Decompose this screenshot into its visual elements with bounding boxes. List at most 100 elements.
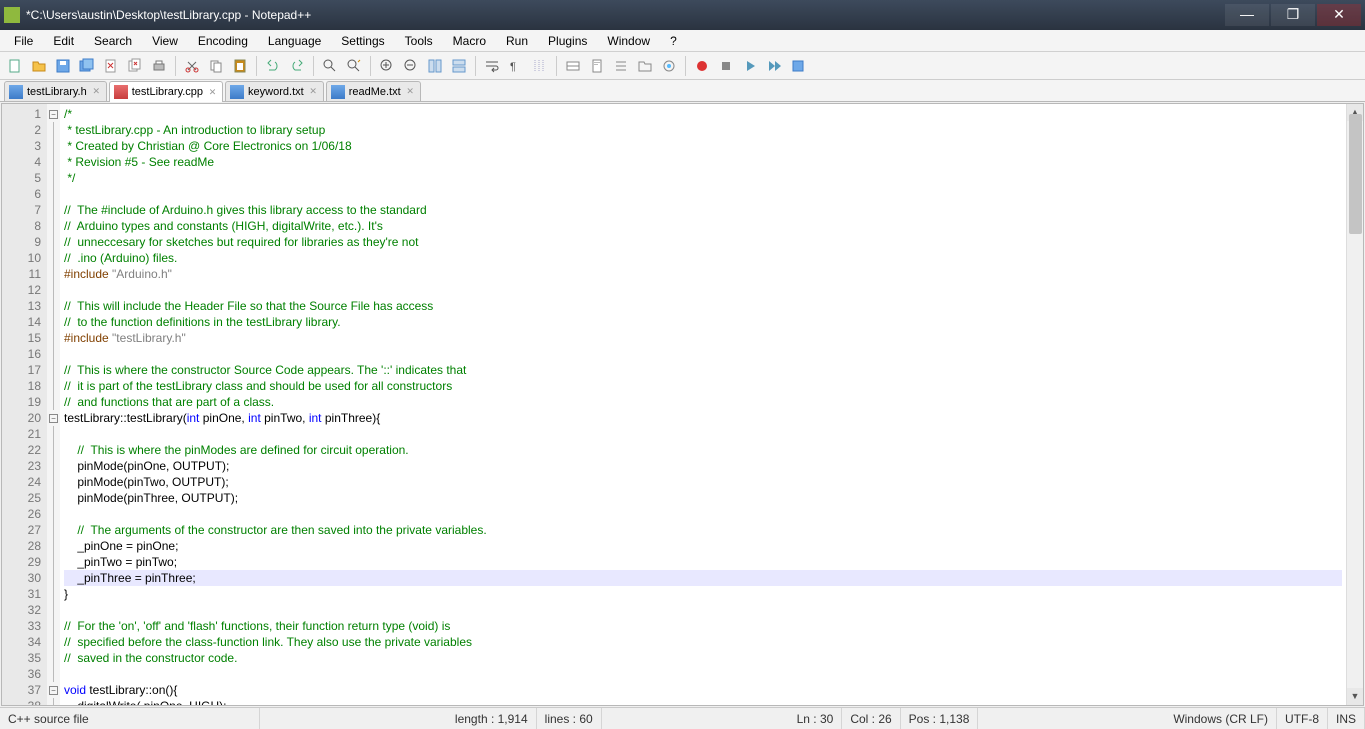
menu-macro[interactable]: Macro [443,32,496,50]
find-button[interactable] [319,55,341,77]
minimize-button[interactable]: — [1225,4,1269,26]
sync-hscroll-button[interactable] [448,55,470,77]
menu-edit[interactable]: Edit [43,32,84,50]
menu-view[interactable]: View [142,32,188,50]
close-file-button[interactable] [100,55,122,77]
save-button[interactable] [52,55,74,77]
scroll-thumb[interactable] [1349,114,1362,234]
zoom-out-button[interactable] [400,55,422,77]
code-line[interactable]: // it is part of the testLibrary class a… [64,378,1342,394]
code-line[interactable]: testLibrary::testLibrary(int pinOne, int… [64,410,1342,426]
show-all-chars-button[interactable]: ¶ [505,55,527,77]
fold-toggle[interactable]: − [49,686,58,695]
code-line[interactable]: digitalWrite( pinOne, HIGH); [64,698,1342,705]
open-file-button[interactable] [28,55,50,77]
code-line[interactable]: } [64,586,1342,602]
code-line[interactable]: /* [64,106,1342,122]
paste-button[interactable] [229,55,251,77]
code-line[interactable]: * testLibrary.cpp - An introduction to l… [64,122,1342,138]
print-button[interactable] [148,55,170,77]
sync-vscroll-button[interactable] [424,55,446,77]
tab-testlibrary-cpp[interactable]: testLibrary.cpp✕ [109,81,223,102]
code-line[interactable] [64,506,1342,522]
tab-close-icon[interactable]: ✕ [308,86,319,97]
code-line[interactable]: _pinThree = pinThree; [64,570,1342,586]
macro-play-multi-button[interactable] [763,55,785,77]
code-line[interactable]: // Arduino types and constants (HIGH, di… [64,218,1342,234]
code-area[interactable]: /* * testLibrary.cpp - An introduction t… [60,104,1346,705]
scroll-down-arrow[interactable]: ▼ [1347,688,1363,705]
macro-save-button[interactable] [787,55,809,77]
code-line[interactable] [64,186,1342,202]
show-whitespace-button[interactable] [658,55,680,77]
zoom-in-button[interactable] [376,55,398,77]
code-line[interactable]: // This is where the pinModes are define… [64,442,1342,458]
code-line[interactable]: pinMode(pinTwo, OUTPUT); [64,474,1342,490]
code-line[interactable]: * Created by Christian @ Core Electronic… [64,138,1342,154]
menu-[interactable]: ? [660,32,687,50]
menu-tools[interactable]: Tools [395,32,443,50]
menu-settings[interactable]: Settings [331,32,394,50]
code-line[interactable]: // The arguments of the constructor are … [64,522,1342,538]
maximize-button[interactable]: ❐ [1271,4,1315,26]
code-line[interactable] [64,602,1342,618]
code-line[interactable]: // The #include of Arduino.h gives this … [64,202,1342,218]
code-line[interactable]: pinMode(pinThree, OUTPUT); [64,490,1342,506]
tab-testlibrary-h[interactable]: testLibrary.h✕ [4,81,107,101]
fold-toggle[interactable]: − [49,414,58,423]
close-all-button[interactable] [124,55,146,77]
fold-toggle[interactable]: − [49,110,58,119]
code-line[interactable] [64,346,1342,362]
menu-run[interactable]: Run [496,32,538,50]
code-line[interactable]: // For the 'on', 'off' and 'flash' funct… [64,618,1342,634]
menu-file[interactable]: File [4,32,43,50]
replace-button[interactable] [343,55,365,77]
code-line[interactable] [64,666,1342,682]
code-line[interactable]: #include "testLibrary.h" [64,330,1342,346]
tab-readme-txt[interactable]: readMe.txt✕ [326,81,421,101]
code-line[interactable]: // .ino (Arduino) files. [64,250,1342,266]
macro-play-button[interactable] [739,55,761,77]
code-line[interactable]: // specified before the class-function l… [64,634,1342,650]
code-line[interactable]: #include "Arduino.h" [64,266,1342,282]
menu-plugins[interactable]: Plugins [538,32,597,50]
menu-language[interactable]: Language [258,32,331,50]
code-line[interactable]: _pinOne = pinOne; [64,538,1342,554]
code-line[interactable]: pinMode(pinOne, OUTPUT); [64,458,1342,474]
macro-record-button[interactable] [691,55,713,77]
close-button[interactable]: ✕ [1317,4,1361,26]
vertical-scrollbar[interactable]: ▲ ▼ [1346,104,1363,705]
folder-workspace-button[interactable] [634,55,656,77]
code-line[interactable]: // This will include the Header File so … [64,298,1342,314]
save-all-button[interactable] [76,55,98,77]
code-line[interactable]: // and functions that are part of a clas… [64,394,1342,410]
code-line[interactable]: _pinTwo = pinTwo; [64,554,1342,570]
tab-close-icon[interactable]: ✕ [405,86,416,97]
menu-window[interactable]: Window [597,32,660,50]
code-line[interactable]: void testLibrary::on(){ [64,682,1342,698]
code-line[interactable]: // unneccesary for sketches but required… [64,234,1342,250]
cut-button[interactable] [181,55,203,77]
menu-search[interactable]: Search [84,32,142,50]
macro-stop-button[interactable] [715,55,737,77]
word-wrap-button[interactable] [481,55,503,77]
code-line[interactable]: // saved in the constructor code. [64,650,1342,666]
tab-close-icon[interactable]: ✕ [91,86,102,97]
code-line[interactable] [64,282,1342,298]
code-line[interactable]: // to the function definitions in the te… [64,314,1342,330]
doc-map-button[interactable] [586,55,608,77]
code-line[interactable]: * Revision #5 - See readMe [64,154,1342,170]
menu-encoding[interactable]: Encoding [188,32,258,50]
function-list-button[interactable] [610,55,632,77]
undo-button[interactable] [262,55,284,77]
tab-close-icon[interactable]: ✕ [207,87,218,98]
redo-button[interactable] [286,55,308,77]
code-line[interactable]: // This is where the constructor Source … [64,362,1342,378]
language-button[interactable] [562,55,584,77]
new-file-button[interactable] [4,55,26,77]
code-line[interactable]: */ [64,170,1342,186]
tab-keyword-txt[interactable]: keyword.txt✕ [225,81,324,101]
code-line[interactable] [64,426,1342,442]
copy-button[interactable] [205,55,227,77]
indent-guide-button[interactable] [529,55,551,77]
